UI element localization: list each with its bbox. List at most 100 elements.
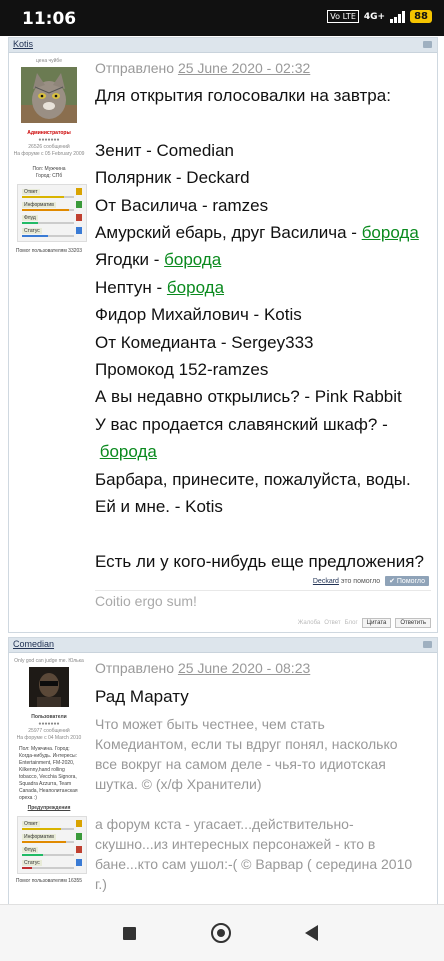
quote-line: Что может быть честнее, чем стать [95,716,325,732]
post-line: У вас продается славянский шкаф? - [95,411,431,438]
post-line [95,109,431,136]
post-author-link[interactable]: Comedian [13,639,54,649]
post-line: Нептун - борода [95,274,431,301]
join-date: На форуме с 05 February 2009 [13,151,85,157]
user-title: цена чуйбе [35,58,62,64]
quote-line: бане...кто сам ушол:-( © Варвар ( середи… [95,856,413,872]
thanks-bar: Deckard это помогло ✔ Помогло [313,576,429,586]
post-line: Амурский ебарь, друг Василича - борода [95,219,431,246]
post-date[interactable]: 25 June 2020 - 08:23 [178,660,310,676]
city: Город: СПб [35,173,63,179]
status-bar: 11:06 Vo LTE 4G+ 88 [0,0,444,36]
post-date[interactable]: 25 June 2020 - 02:32 [178,60,310,76]
quote-line [95,794,431,814]
signature-divider [95,590,431,591]
stat-informative: Информатив [20,832,84,845]
post-line-text: Полярник - Deckard [95,168,250,188]
quote-line: все вокруг на самом деле - чья-то идиотс… [95,756,386,772]
post-line: Полярник - Deckard [95,164,431,191]
user-rank: Администраторы [27,130,71,136]
post-line-text [95,113,100,132]
post-line: Ей и мне. - Kotis [95,493,431,520]
trophy-icon [76,188,82,195]
post-meta: Отправлено 25 June 2020 - 08:23 [95,660,431,676]
post-header: Kotis [9,38,437,53]
recent-apps-icon[interactable] [123,927,136,940]
stat-flood: Флуд [20,213,84,226]
post-line-text: А вы недавно открылись? - Pink Rabbit [95,387,402,407]
quote-line: а форум кста - угасает...действительно- [95,816,354,832]
user-link[interactable]: борода [167,278,224,297]
blog-link[interactable]: Блог [345,620,358,626]
trophy-icon [76,201,82,208]
status-icons: Vo LTE 4G+ 88 [327,10,432,23]
home-icon[interactable] [211,923,231,943]
stat-status: Статус [20,226,84,239]
thanks-user[interactable]: Deckard [313,578,339,585]
post-line-text: От Василича - ramzes [95,195,269,215]
post-line: Для открытия голосовалки на завтра: [95,82,431,109]
post-author-link[interactable]: Kotis [13,39,33,49]
user-panel: Only god can judge me. Юлька Пользовател… [13,658,87,885]
avatar-cat[interactable] [21,67,77,123]
thanks-button[interactable]: ✔ Помогло [385,576,429,586]
helped-count: Помог пользователям 33203 [15,248,83,254]
post-line-text: У вас продается славянский шкаф? - [95,414,388,434]
reply-link[interactable]: Ответ [324,620,340,626]
gender: Пол: Мужчина [32,166,66,172]
post-header: Comedian [9,638,437,653]
reputation-stats: Ответ Информатив Флуд Статус [17,816,87,874]
post-line-text: От Комедианта - Sergey333 [95,332,314,352]
quote-line: скушно...из интересных персонажей - кто … [95,836,376,852]
post-line-text: Промокод 152-ramzes [95,360,269,380]
signature-quote: Что может быть честнее, чем стать Комедиа… [95,714,431,894]
post-actions: Жалоба Ответ Блог Цитата Ответить [298,618,431,628]
post-line-text: Есть ли у кого-нибудь еще предложения? [95,551,424,571]
stat-answer: Ответ [20,819,84,832]
quote-line: шутка. © (х/ф Хранители) [95,776,262,792]
post-count: 25977 сообщений [28,728,70,734]
post-meta: Отправлено 25 June 2020 - 02:32 [95,60,431,76]
helped-count: Помог пользователям 16355 [15,878,83,884]
quote-line: г.) [95,876,107,892]
stat-informative: Информатив [20,200,84,213]
battery-icon: 88 [410,10,432,23]
back-icon[interactable] [305,925,318,941]
post-line: Зенит - Comedian [95,137,431,164]
warnings-link[interactable]: Предупреждения [13,805,85,812]
post-line-text: Амурский ебарь, друг Василича - [95,223,362,243]
user-link[interactable]: борода [164,250,221,269]
system-nav-bar [0,904,444,961]
volte-icon: Vo LTE [327,10,359,23]
status-time: 11:06 [22,9,77,29]
trophy-icon [76,833,82,840]
stat-flood: Флуд [20,845,84,858]
sent-label: Отправлено [95,60,175,76]
user-panel: цена чуйбе Администраторы ●●●●●●● 26526 … [13,58,87,255]
user-link[interactable]: борода [100,442,157,461]
post-line: Есть ли у кого-нибудь еще предложения? [95,548,431,575]
avatar-person[interactable] [29,667,69,707]
user-link[interactable]: борода [362,223,419,242]
post-line-text: Фидор Михайлович - Kotis [95,305,302,325]
post-line: А вы недавно открылись? - Pink Rabbit [95,383,431,410]
user-rank: Пользователи [31,714,67,720]
post-text: Для открытия голосовалки на завтра: Зени… [95,82,431,575]
post-kotis: Kotis цена чуйбе Администраторы ●●●●●●● … [8,37,438,633]
post-line-text: Нептун - [95,277,167,297]
post-line: Ягодки - борода [95,246,431,273]
signal-icon [390,10,406,23]
post-menu-icon[interactable] [423,41,432,48]
post-menu-icon[interactable] [423,641,432,648]
trophy-icon [76,820,82,827]
report-link[interactable]: Жалоба [298,620,321,626]
post-line-text [95,525,100,544]
signature: Coitio ergo sum! [95,593,197,609]
thanks-text: это помогло [340,578,381,585]
stat-answer: Ответ [20,187,84,200]
quote-button[interactable]: Цитата [361,618,392,628]
sent-label: Отправлено [95,660,175,676]
shield-icon [76,227,82,234]
network-type: 4G+ [363,11,386,22]
answer-button[interactable]: Ответить [395,618,431,628]
